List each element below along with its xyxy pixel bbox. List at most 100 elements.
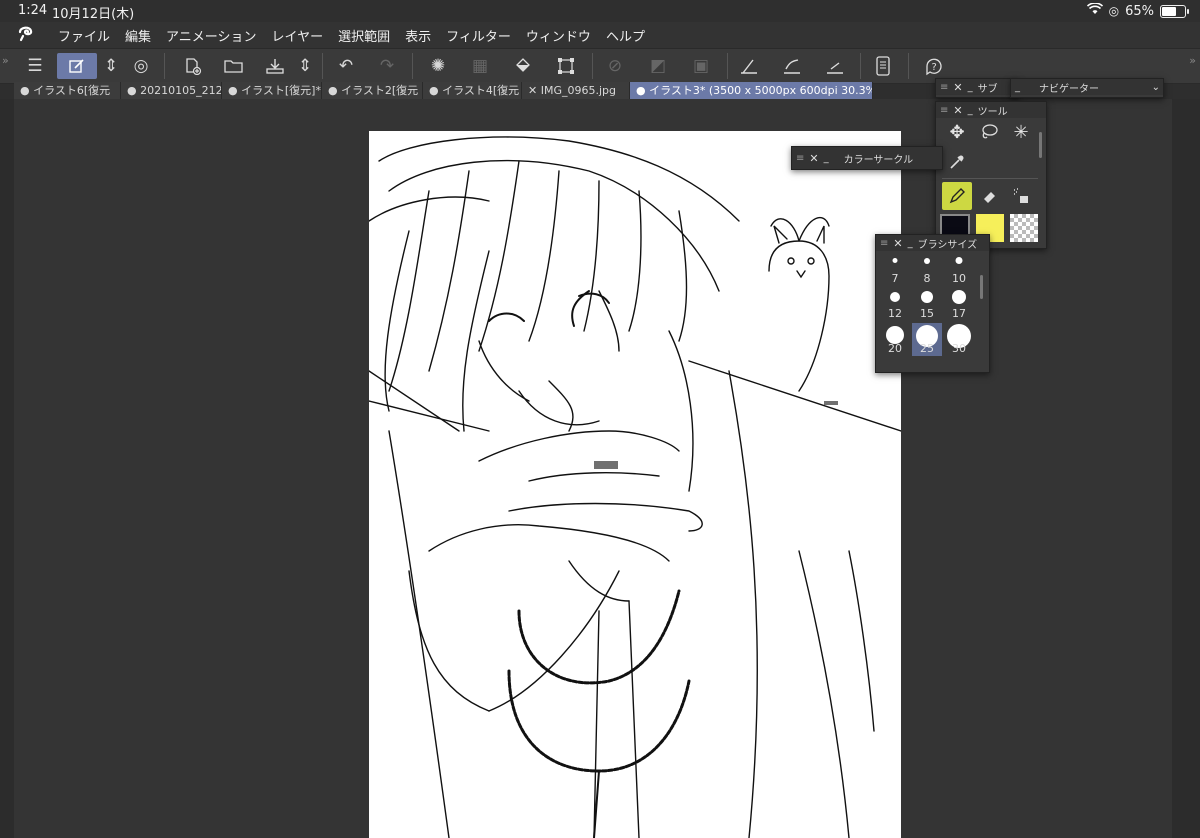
- hamburger-menu-icon[interactable]: ☰: [22, 53, 48, 79]
- fill-icon[interactable]: [510, 53, 536, 79]
- brush-size-preview-dot: [921, 291, 933, 303]
- pen-tool-icon[interactable]: [942, 182, 972, 210]
- tab-document-active[interactable]: ● イラスト3* (3500 x 5000px 600dpi 30.3%): [630, 82, 873, 99]
- save-options-chevron-icon[interactable]: ⇕: [292, 53, 318, 79]
- line-art-illustration: [369, 136, 901, 838]
- minimize-icon[interactable]: _: [968, 105, 973, 116]
- right-dock-expand-icon[interactable]: »: [1189, 54, 1196, 67]
- brush-size-option-7[interactable]: 7: [880, 253, 910, 286]
- menu-layer[interactable]: レイヤー: [272, 26, 324, 45]
- crop-selection-icon[interactable]: ▦: [467, 53, 493, 79]
- rotation-lock-icon: ◎: [1108, 4, 1120, 18]
- redo-icon[interactable]: ↷: [374, 53, 400, 79]
- close-icon[interactable]: ✕: [953, 81, 962, 94]
- minimize-icon[interactable]: _: [1015, 82, 1020, 93]
- eraser-tool-icon[interactable]: [974, 182, 1004, 210]
- close-icon[interactable]: ✕: [953, 104, 962, 117]
- lasso-tool-icon[interactable]: [974, 118, 1004, 146]
- brush-size-label: 20: [888, 342, 902, 355]
- brush-size-option-12[interactable]: 12: [880, 288, 910, 321]
- special-ruler-snap-icon[interactable]: [779, 53, 805, 79]
- new-file-icon[interactable]: [180, 53, 206, 79]
- brush-size-palette-title: ブラシサイズ: [917, 239, 978, 251]
- menu-animation[interactable]: アニメーション: [166, 26, 256, 45]
- close-icon[interactable]: ✕: [809, 152, 818, 165]
- menu-file[interactable]: ファイル: [58, 26, 110, 45]
- hide-selection-icon[interactable]: ⊘: [602, 53, 628, 79]
- smartphone-icon[interactable]: [870, 53, 896, 79]
- status-time: 1:24: [18, 3, 48, 18]
- minimize-icon[interactable]: _: [824, 153, 829, 164]
- menu-window[interactable]: ウィンドウ: [526, 26, 591, 45]
- scrollbar[interactable]: [980, 275, 983, 299]
- tool-palette: ≡ ✕ _ ツール ✥ ✳: [935, 101, 1047, 249]
- drag-handle-icon[interactable]: ≡: [796, 153, 804, 164]
- svg-text:?: ?: [932, 62, 937, 73]
- selection-border-icon[interactable]: ▣: [688, 53, 714, 79]
- color-circle-palette: ≡ ✕ _ カラーサークル: [791, 146, 943, 170]
- brush-size-option-15[interactable]: 15: [912, 288, 942, 321]
- divider: [908, 53, 909, 79]
- divider: [322, 53, 323, 79]
- brush-size-label: 17: [952, 307, 966, 320]
- edit-mode-icon[interactable]: [57, 53, 97, 79]
- clip-studio-icon[interactable]: ◎: [128, 53, 154, 79]
- wifi-icon: [1086, 2, 1103, 19]
- drag-handle-icon[interactable]: ≡: [940, 105, 948, 116]
- menu-edit[interactable]: 編集: [125, 26, 151, 45]
- app-logo-icon[interactable]: [16, 24, 44, 47]
- scrollbar[interactable]: [1039, 132, 1042, 158]
- tab-document[interactable]: ✕ IMG_0965.jpg: [522, 82, 630, 99]
- grid-snap-icon[interactable]: [822, 53, 848, 79]
- status-date: 10月12日(木): [52, 7, 135, 22]
- brush-size-option-17[interactable]: 17: [944, 288, 974, 321]
- brush-size-preview-dot: [890, 292, 900, 302]
- help-icon[interactable]: ?: [921, 53, 947, 79]
- menu-bar: ファイル 編集 アニメーション レイヤー 選択範囲 表示 フィルター ウィンドウ…: [0, 22, 1200, 48]
- invert-selection-icon[interactable]: ◩: [645, 53, 671, 79]
- open-folder-icon[interactable]: [221, 53, 247, 79]
- menu-help[interactable]: ヘルプ: [606, 26, 645, 45]
- tab-document[interactable]: ● イラスト2[復元: [322, 82, 423, 99]
- right-dock-strip: [1172, 99, 1200, 838]
- brush-size-option-10[interactable]: 10: [944, 253, 974, 286]
- minimize-icon[interactable]: _: [908, 238, 913, 249]
- mode-switch-chevron-icon[interactable]: ⇕: [98, 53, 124, 79]
- move-tool-icon[interactable]: ✥: [942, 118, 972, 146]
- drag-handle-icon[interactable]: ≡: [880, 238, 888, 249]
- brush-size-option-20[interactable]: 20: [880, 323, 910, 356]
- tab-document[interactable]: ● イラスト6[復元: [14, 82, 121, 99]
- brush-size-palette: ≡ ✕ _ ブラシサイズ 7 8 10 12 15 17 20 25 30: [875, 234, 990, 373]
- tab-document[interactable]: ● イラスト[復元]*: [222, 82, 322, 99]
- battery-icon: [1160, 4, 1189, 18]
- minimize-icon[interactable]: _: [968, 82, 973, 93]
- brush-size-preview-dot: [924, 258, 930, 264]
- brush-size-preview-dot: [955, 257, 963, 264]
- brush-size-option-25[interactable]: 25: [912, 323, 942, 356]
- brush-size-option-30[interactable]: 30: [944, 323, 974, 356]
- close-icon[interactable]: ✕: [893, 237, 902, 250]
- menu-selection[interactable]: 選択範囲: [338, 26, 390, 45]
- airbrush-tool-icon[interactable]: [1006, 182, 1036, 210]
- chevron-down-icon[interactable]: ⌄: [1152, 82, 1160, 93]
- left-dock-expand-icon[interactable]: »: [2, 54, 9, 67]
- drag-handle-icon[interactable]: ≡: [940, 82, 948, 93]
- undo-icon[interactable]: ↶: [333, 53, 359, 79]
- transparent-color-swatch[interactable]: [1010, 214, 1038, 242]
- tab-document[interactable]: ● 20210105_212: [121, 82, 222, 99]
- menu-filter[interactable]: フィルター: [446, 26, 511, 45]
- ruler-snap-icon[interactable]: [736, 53, 762, 79]
- brush-size-label: 10: [952, 272, 966, 285]
- brush-size-label: 25: [920, 342, 934, 355]
- eyedropper-tool-icon[interactable]: [942, 148, 972, 176]
- magic-wand-tool-icon[interactable]: ✳: [1006, 118, 1036, 146]
- save-icon[interactable]: [262, 53, 288, 79]
- drawing-canvas[interactable]: [369, 131, 901, 838]
- brush-size-option-8[interactable]: 8: [912, 253, 942, 286]
- transform-icon[interactable]: [553, 53, 579, 79]
- menu-view[interactable]: 表示: [405, 26, 431, 45]
- divider: [727, 53, 728, 79]
- tab-document[interactable]: ● イラスト4[復元: [423, 82, 522, 99]
- clear-selection-icon[interactable]: ✺: [425, 53, 451, 79]
- divider: [592, 53, 593, 79]
